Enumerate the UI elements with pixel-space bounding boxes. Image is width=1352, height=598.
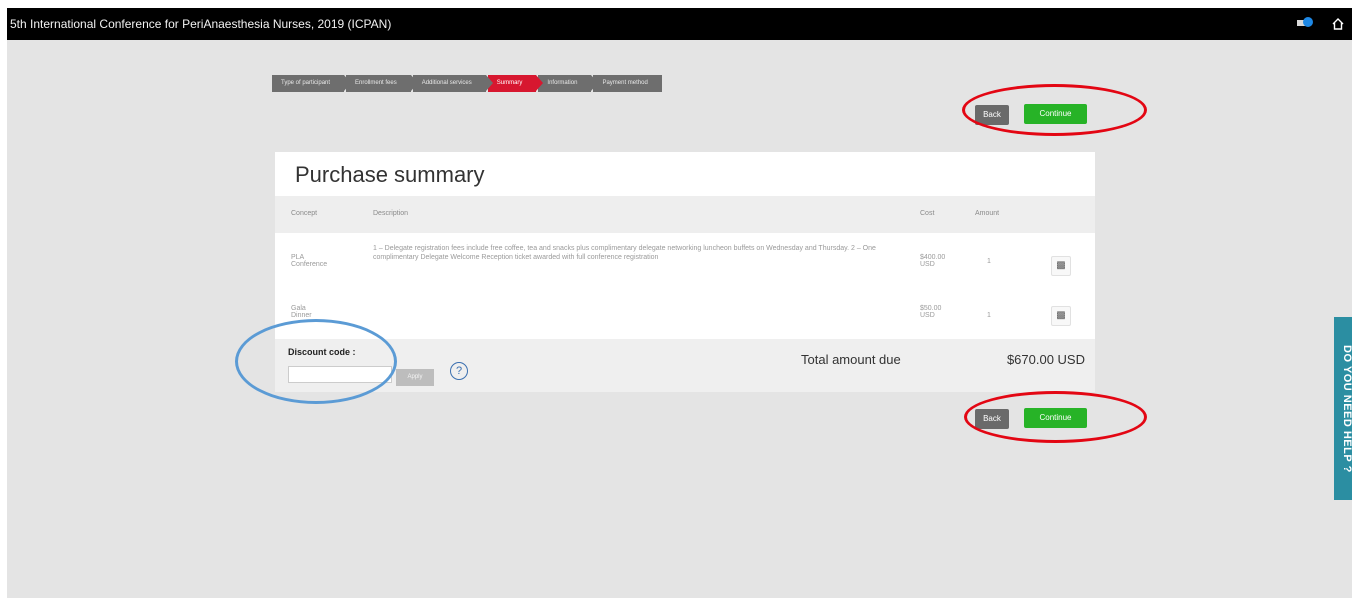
step-information[interactable]: Information xyxy=(538,75,599,92)
continue-button-top[interactable]: Continue xyxy=(1024,104,1087,124)
page-frame: 5th International Conference for PeriAna… xyxy=(7,8,1352,598)
row-concept: PLA Conference xyxy=(291,254,328,268)
table-row: PLA Conference 1 – Delegate registration… xyxy=(275,240,1095,290)
top-bar: 5th International Conference for PeriAna… xyxy=(7,8,1352,40)
col-description: Description xyxy=(373,210,409,217)
row-cost: $50.00 USD xyxy=(920,305,942,319)
trash-icon[interactable]: ▩ xyxy=(1051,306,1071,326)
row-amount: 1 xyxy=(987,312,991,319)
continue-button-bottom[interactable]: Continue xyxy=(1024,408,1087,428)
row-amount: 1 xyxy=(987,258,991,265)
row-cost: $400.00 USD xyxy=(920,254,946,268)
step-type-of-participant[interactable]: Type of participant xyxy=(272,75,352,92)
table-row: Gala Dinner $50.00 USD 1 ▩ xyxy=(275,294,1095,338)
back-button-bottom[interactable]: Back xyxy=(975,409,1009,429)
summary-footer: Discount code : Apply ? Total amount due… xyxy=(275,339,1095,392)
purchase-summary-card: Purchase summary Concept Description Cos… xyxy=(275,152,1095,392)
back-button-top[interactable]: Back xyxy=(975,105,1009,125)
trash-icon[interactable]: ▩ xyxy=(1051,256,1071,276)
row-description: 1 – Delegate registration fees include f… xyxy=(373,245,876,261)
col-concept: Concept xyxy=(291,210,318,217)
row-concept: Gala Dinner xyxy=(291,305,312,319)
help-icon[interactable]: ? xyxy=(450,362,468,380)
step-additional-services[interactable]: Additional services xyxy=(412,75,493,92)
total-value: $670.00 USD xyxy=(1006,352,1085,367)
col-cost: Cost xyxy=(920,210,935,217)
checkout-steps: Type of participant Enrollment fees Addi… xyxy=(272,75,664,92)
total-label: Total amount due xyxy=(801,352,901,367)
apply-button[interactable]: Apply xyxy=(396,369,434,386)
app-title: 5th International Conference for PeriAna… xyxy=(10,17,392,31)
discount-code-input[interactable] xyxy=(288,366,392,383)
flag-icon[interactable] xyxy=(1297,17,1313,29)
home-icon[interactable] xyxy=(1331,17,1345,31)
discount-label: Discount code : xyxy=(288,347,356,357)
help-side-tab[interactable]: DO YOU NEED HELP ? xyxy=(1334,317,1352,500)
table-header: Concept Description Cost Amount xyxy=(275,196,1095,233)
step-enrollment-fees[interactable]: Enrollment fees xyxy=(346,75,418,92)
step-summary[interactable]: Summary xyxy=(487,75,544,92)
page-title: Purchase summary xyxy=(295,162,485,187)
step-payment-method[interactable]: Payment method xyxy=(593,75,662,92)
col-amount: Amount xyxy=(975,210,1000,217)
